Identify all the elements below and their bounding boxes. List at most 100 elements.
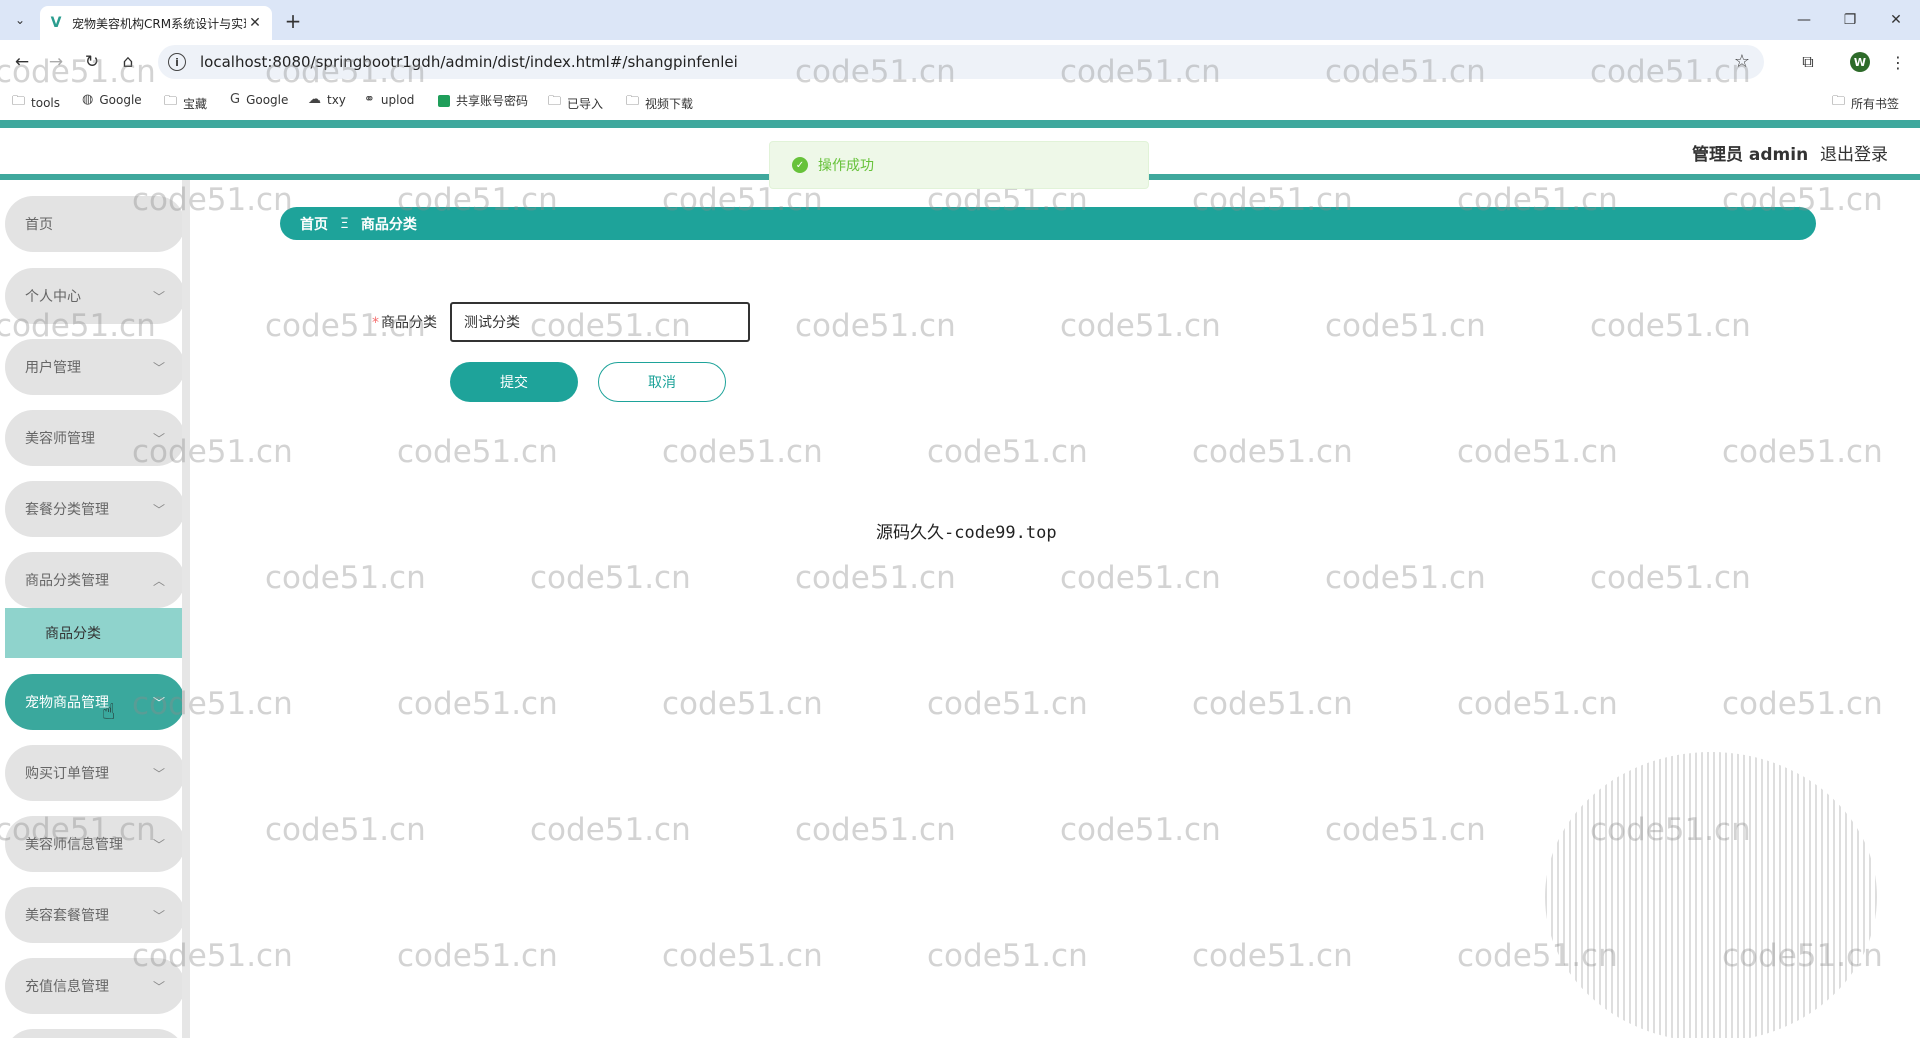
watermark: code51.cn <box>795 812 956 848</box>
sidebar-item-pet-products[interactable]: 宠物商品管理 ﹀ <box>5 674 182 730</box>
chevron-down-icon: ﹀ <box>152 290 165 304</box>
bookmark-label: Google <box>246 92 289 107</box>
watermark: code51.cn <box>397 434 558 470</box>
watermark: code51.cn <box>1722 434 1883 470</box>
window-close-icon[interactable]: ✕ <box>1876 6 1916 34</box>
sidebar-item-label: 用户管理 <box>25 360 81 376</box>
watermark: code51.cn <box>662 686 823 722</box>
google-icon: G <box>230 92 241 107</box>
new-tab-icon[interactable]: + <box>280 8 306 34</box>
logout-button[interactable]: 退出登录 <box>1820 140 1888 165</box>
bookmark-folder-tools[interactable]: 🗀 tools <box>12 92 60 114</box>
close-tab-icon[interactable]: ✕ <box>246 14 264 32</box>
cloud-icon: ☁ <box>308 92 321 107</box>
breadcrumb-current: 商品分类 <box>360 216 417 233</box>
submit-button[interactable]: 提交 <box>450 362 578 402</box>
bookmark-folder-video[interactable]: 🗀 视频下载 <box>626 92 693 114</box>
chevron-down-icon: ﹀ <box>152 503 165 517</box>
bookmark-google-2[interactable]: G Google <box>230 92 288 107</box>
watermark: code51.cn <box>1325 812 1486 848</box>
toast-message: 操作成功 <box>818 158 874 174</box>
sidebar-item-users[interactable]: 用户管理 ﹀ <box>5 339 182 395</box>
bookmark-shared-accounts[interactable]: 共享账号密码 <box>438 92 528 109</box>
restore-icon[interactable]: ❐ <box>1830 6 1870 34</box>
tab-search-icon[interactable]: ⌄ <box>8 8 32 32</box>
bookmark-label: 视频下载 <box>645 96 694 111</box>
browser-tabstrip: ⌄ V 宠物美容机构CRM系统设计与实现 ✕ + — ❐ ✕ <box>0 0 1920 40</box>
sidebar-item-product-categories[interactable]: 商品分类管理 ︿ <box>5 552 182 608</box>
sidebar-item-orders[interactable]: 购买订单管理 ﹀ <box>5 745 182 801</box>
sidebar-item-more[interactable] <box>5 1029 182 1038</box>
decorative-striped-circle <box>1545 752 1877 1038</box>
all-bookmarks[interactable]: 🗀 所有书签 <box>1832 92 1899 114</box>
sidebar-item-recharge[interactable]: 充值信息管理 ﹀ <box>5 958 182 1014</box>
watermark: code51.cn <box>397 686 558 722</box>
sidebar-subitem-product-category[interactable]: 商品分类 <box>5 608 182 658</box>
sidebar-item-beauticians[interactable]: 美容师管理 ﹀ <box>5 410 182 466</box>
bookmark-uplod[interactable]: ⚭ uplod <box>364 92 414 107</box>
bookmark-label: Google <box>99 92 142 107</box>
bookmark-txy[interactable]: ☁ txy <box>308 92 346 107</box>
reload-icon[interactable]: ↻ <box>78 48 106 76</box>
folder-icon: 🗀 <box>548 94 562 109</box>
sidebar-item-label: 个人中心 <box>25 289 81 305</box>
breadcrumb-home[interactable]: 首页 <box>300 214 328 234</box>
folder-icon: 🗀 <box>12 94 26 109</box>
bookmark-label: txy <box>327 92 346 107</box>
forward-icon[interactable]: → <box>42 48 70 76</box>
sidebar-item-beautician-info[interactable]: 美容师信息管理 ﹀ <box>5 816 182 872</box>
watermark: code51.cn <box>265 812 426 848</box>
address-url: localhost:8080/springbootr1gdh/admin/dis… <box>200 53 738 71</box>
watermark: code51.cn <box>1590 560 1751 596</box>
sidebar-item-label: 宠物商品管理 <box>25 695 109 711</box>
profile-avatar[interactable]: W <box>1848 50 1872 74</box>
bookmark-folder-baozang[interactable]: 🗀 宝藏 <box>164 92 207 114</box>
back-icon[interactable]: ← <box>8 48 36 76</box>
bookmark-label: tools <box>31 96 60 110</box>
watermark: code51.cn <box>1325 560 1486 596</box>
link-icon: ⚭ <box>364 92 375 107</box>
folder-icon: 🗀 <box>626 94 640 109</box>
category-field-label: * 商品分类 <box>372 312 437 332</box>
home-icon[interactable]: ⌂ <box>114 48 142 76</box>
browser-tab[interactable]: V 宠物美容机构CRM系统设计与实现 ✕ <box>40 6 272 40</box>
bookmark-google[interactable]: ◍ Google <box>82 92 142 107</box>
sidebar-item-profile[interactable]: 个人中心 ﹀ <box>5 268 182 324</box>
cancel-button[interactable]: 取消 <box>598 362 726 402</box>
current-user: 管理员 admin <box>1692 145 1809 165</box>
category-input[interactable] <box>450 302 750 342</box>
sidebar-item-beauty-packages[interactable]: 美容套餐管理 ﹀ <box>5 887 182 943</box>
app-top-band <box>0 120 1920 128</box>
minimize-icon[interactable]: — <box>1784 6 1824 34</box>
globe-icon: ◍ <box>82 92 94 107</box>
menu-kebab-icon[interactable]: ⋮ <box>1886 50 1910 74</box>
watermark: code51.cn <box>1060 560 1221 596</box>
watermark: code51.cn <box>1060 308 1221 344</box>
chevron-up-icon: ︿ <box>152 574 165 588</box>
sheet-icon <box>438 94 450 107</box>
bookmark-star-icon[interactable]: ☆ <box>1734 51 1750 72</box>
bookmark-folder-imported[interactable]: 🗀 已导入 <box>548 92 603 114</box>
chevron-down-icon: ﹀ <box>152 838 165 852</box>
address-bar[interactable]: i localhost:8080/springbootr1gdh/admin/d… <box>158 45 1764 79</box>
hand-cursor-icon: ☝ <box>102 700 116 725</box>
sidebar-subitem-label: 商品分类 <box>45 626 101 642</box>
sidebar-item-home[interactable]: 首页 <box>5 196 182 252</box>
watermark: code51.cn <box>530 560 691 596</box>
extensions-icon[interactable]: ⧉ <box>1796 50 1820 74</box>
breadcrumb-separator: Ξ <box>340 215 349 232</box>
browser-toolbar: ← → ↻ ⌂ i localhost:8080/springbootr1gdh… <box>0 40 1920 82</box>
watermark: code51.cn <box>530 812 691 848</box>
sidebar-item-label: 美容师信息管理 <box>25 837 123 853</box>
folder-icon: 🗀 <box>1832 94 1846 109</box>
sidebar-item-package-categories[interactable]: 套餐分类管理 ﹀ <box>5 481 182 537</box>
sidebar-item-label: 套餐分类管理 <box>25 502 109 518</box>
chevron-down-icon: ﹀ <box>152 361 165 375</box>
chevron-down-icon: ﹀ <box>152 432 165 446</box>
watermark: code51.cn <box>1060 812 1221 848</box>
sidebar-item-label: 美容师管理 <box>25 431 95 447</box>
sidebar-item-label: 美容套餐管理 <box>25 908 109 924</box>
sidebar-item-label: 充值信息管理 <box>25 979 109 995</box>
site-info-icon[interactable]: i <box>168 53 186 71</box>
watermark: code51.cn <box>1590 308 1751 344</box>
